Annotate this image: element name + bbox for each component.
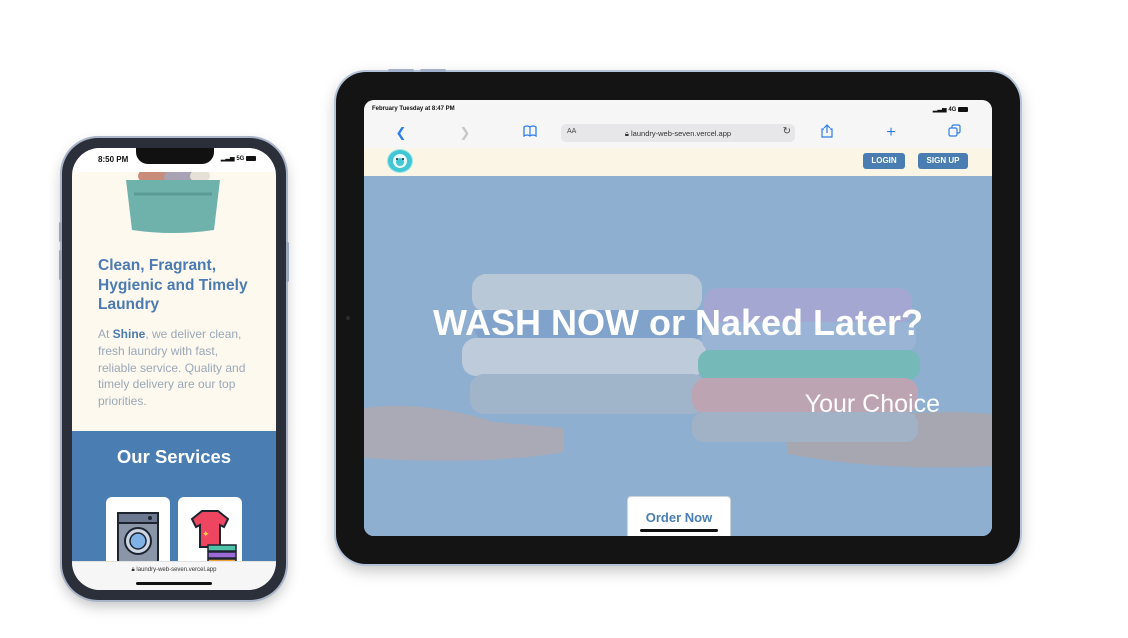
phone-volume-up-button [59,222,62,242]
phone-status-time: 8:50 PM [98,155,129,164]
back-chevron-icon[interactable]: ❮ [391,124,411,142]
service-card-clothes[interactable]: ✦ [178,497,242,571]
signup-button[interactable]: SIGN UP [918,153,968,169]
tablet-volume-down-button [420,69,446,72]
tablet-status-bar: February Tuesday at 8:47 PM ▂▃▅ 4G [364,100,992,120]
folded-clothes-hero-image [364,176,992,536]
tablet-status-signal: ▂▃▅ 4G [933,106,968,113]
phone-url-bar[interactable]: 🔒︎ laundry-web-seven.vercel.app [72,561,276,590]
phone-notch [136,148,214,164]
new-tab-plus-icon[interactable]: + [881,124,901,142]
phone-device: 8:50 PM ▂▃▅ 5G Clean, Fragrant, Hygienic… [59,138,289,600]
sparkle-icon: ✦ [202,529,210,539]
home-indicator [136,582,212,585]
battery-icon [958,106,968,112]
order-now-underline [640,529,718,532]
bookmarks-book-icon[interactable] [520,124,540,142]
laundry-basket-image [126,172,220,233]
phone-status-signal: ▂▃▅ 5G [221,155,256,162]
safari-toolbar: ❮ ❯ AA 🔒︎ laundry-web-seven.vercel.app ↻… [364,120,992,149]
login-button[interactable]: LOGIN [863,153,905,169]
tablet-status-network: 4G [948,107,957,113]
order-now-label: Order Now [645,510,713,525]
address-bar[interactable]: AA 🔒︎ laundry-web-seven.vercel.app ↻ [561,124,795,142]
phone-intro-prefix: At [98,327,113,341]
reload-icon[interactable]: ↻ [783,126,791,137]
hero-section: WASH NOW or Naked Later? Your Choice Ord… [364,176,992,536]
phone-headline: Clean, Fragrant, Hygienic and Timely Lau… [98,257,248,313]
lock-icon: 🔒︎ [131,567,135,573]
tablet-status-datetime: February Tuesday at 8:47 PM [372,106,455,112]
signal-bars-icon: ▂▃▅ [220,156,235,162]
tablet-screen: February Tuesday at 8:47 PM ▂▃▅ 4G ❮ ❯ A… [364,100,992,536]
tabs-overview-icon[interactable] [944,124,964,142]
phone-volume-down-button [59,250,62,280]
battery-icon [246,155,256,161]
site-logo[interactable] [388,150,412,172]
phone-intro-paragraph: At Shine, we deliver clean, fresh laundr… [98,326,256,410]
tablet-device: February Tuesday at 8:47 PM ▂▃▅ 4G ❮ ❯ A… [336,69,1020,564]
phone-url-text: laundry-web-seven.vercel.app [136,567,217,573]
phone-url-display: 🔒︎ laundry-web-seven.vercel.app [72,567,276,574]
address-url-text: laundry-web-seven.vercel.app [631,129,732,138]
address-url: 🔒︎ laundry-web-seven.vercel.app [561,129,795,139]
phone-brand-name: Shine [112,327,146,341]
phone-screen: 8:50 PM ▂▃▅ 5G Clean, Fragrant, Hygienic… [72,148,276,590]
lock-icon: 🔒︎ [624,129,629,138]
washing-logo-icon [393,154,407,168]
phone-services-section: Our Services ✦ [72,431,276,571]
washing-machine-icon [117,512,159,564]
service-card-washing[interactable] [106,497,170,571]
hero-headline: WASH NOW or Naked Later? [432,302,924,343]
tablet-volume-up-button [388,69,414,72]
tablet-camera [346,316,350,320]
phone-services-title: Our Services [116,446,232,467]
signal-bars-icon: ▂▃▅ [932,107,947,113]
order-now-button[interactable]: Order Now [627,496,731,536]
phone-status-bar: 8:50 PM ▂▃▅ 5G [72,148,276,172]
site-navbar: LOGIN SIGN UP [364,148,992,176]
forward-chevron-icon[interactable]: ❯ [455,124,475,142]
hero-subheadline: Your Choice [804,390,940,418]
share-icon[interactable] [817,124,837,142]
phone-power-button [286,242,289,282]
phone-status-network: 5G [236,156,245,162]
folded-clothes-icon: ✦ [190,510,237,566]
